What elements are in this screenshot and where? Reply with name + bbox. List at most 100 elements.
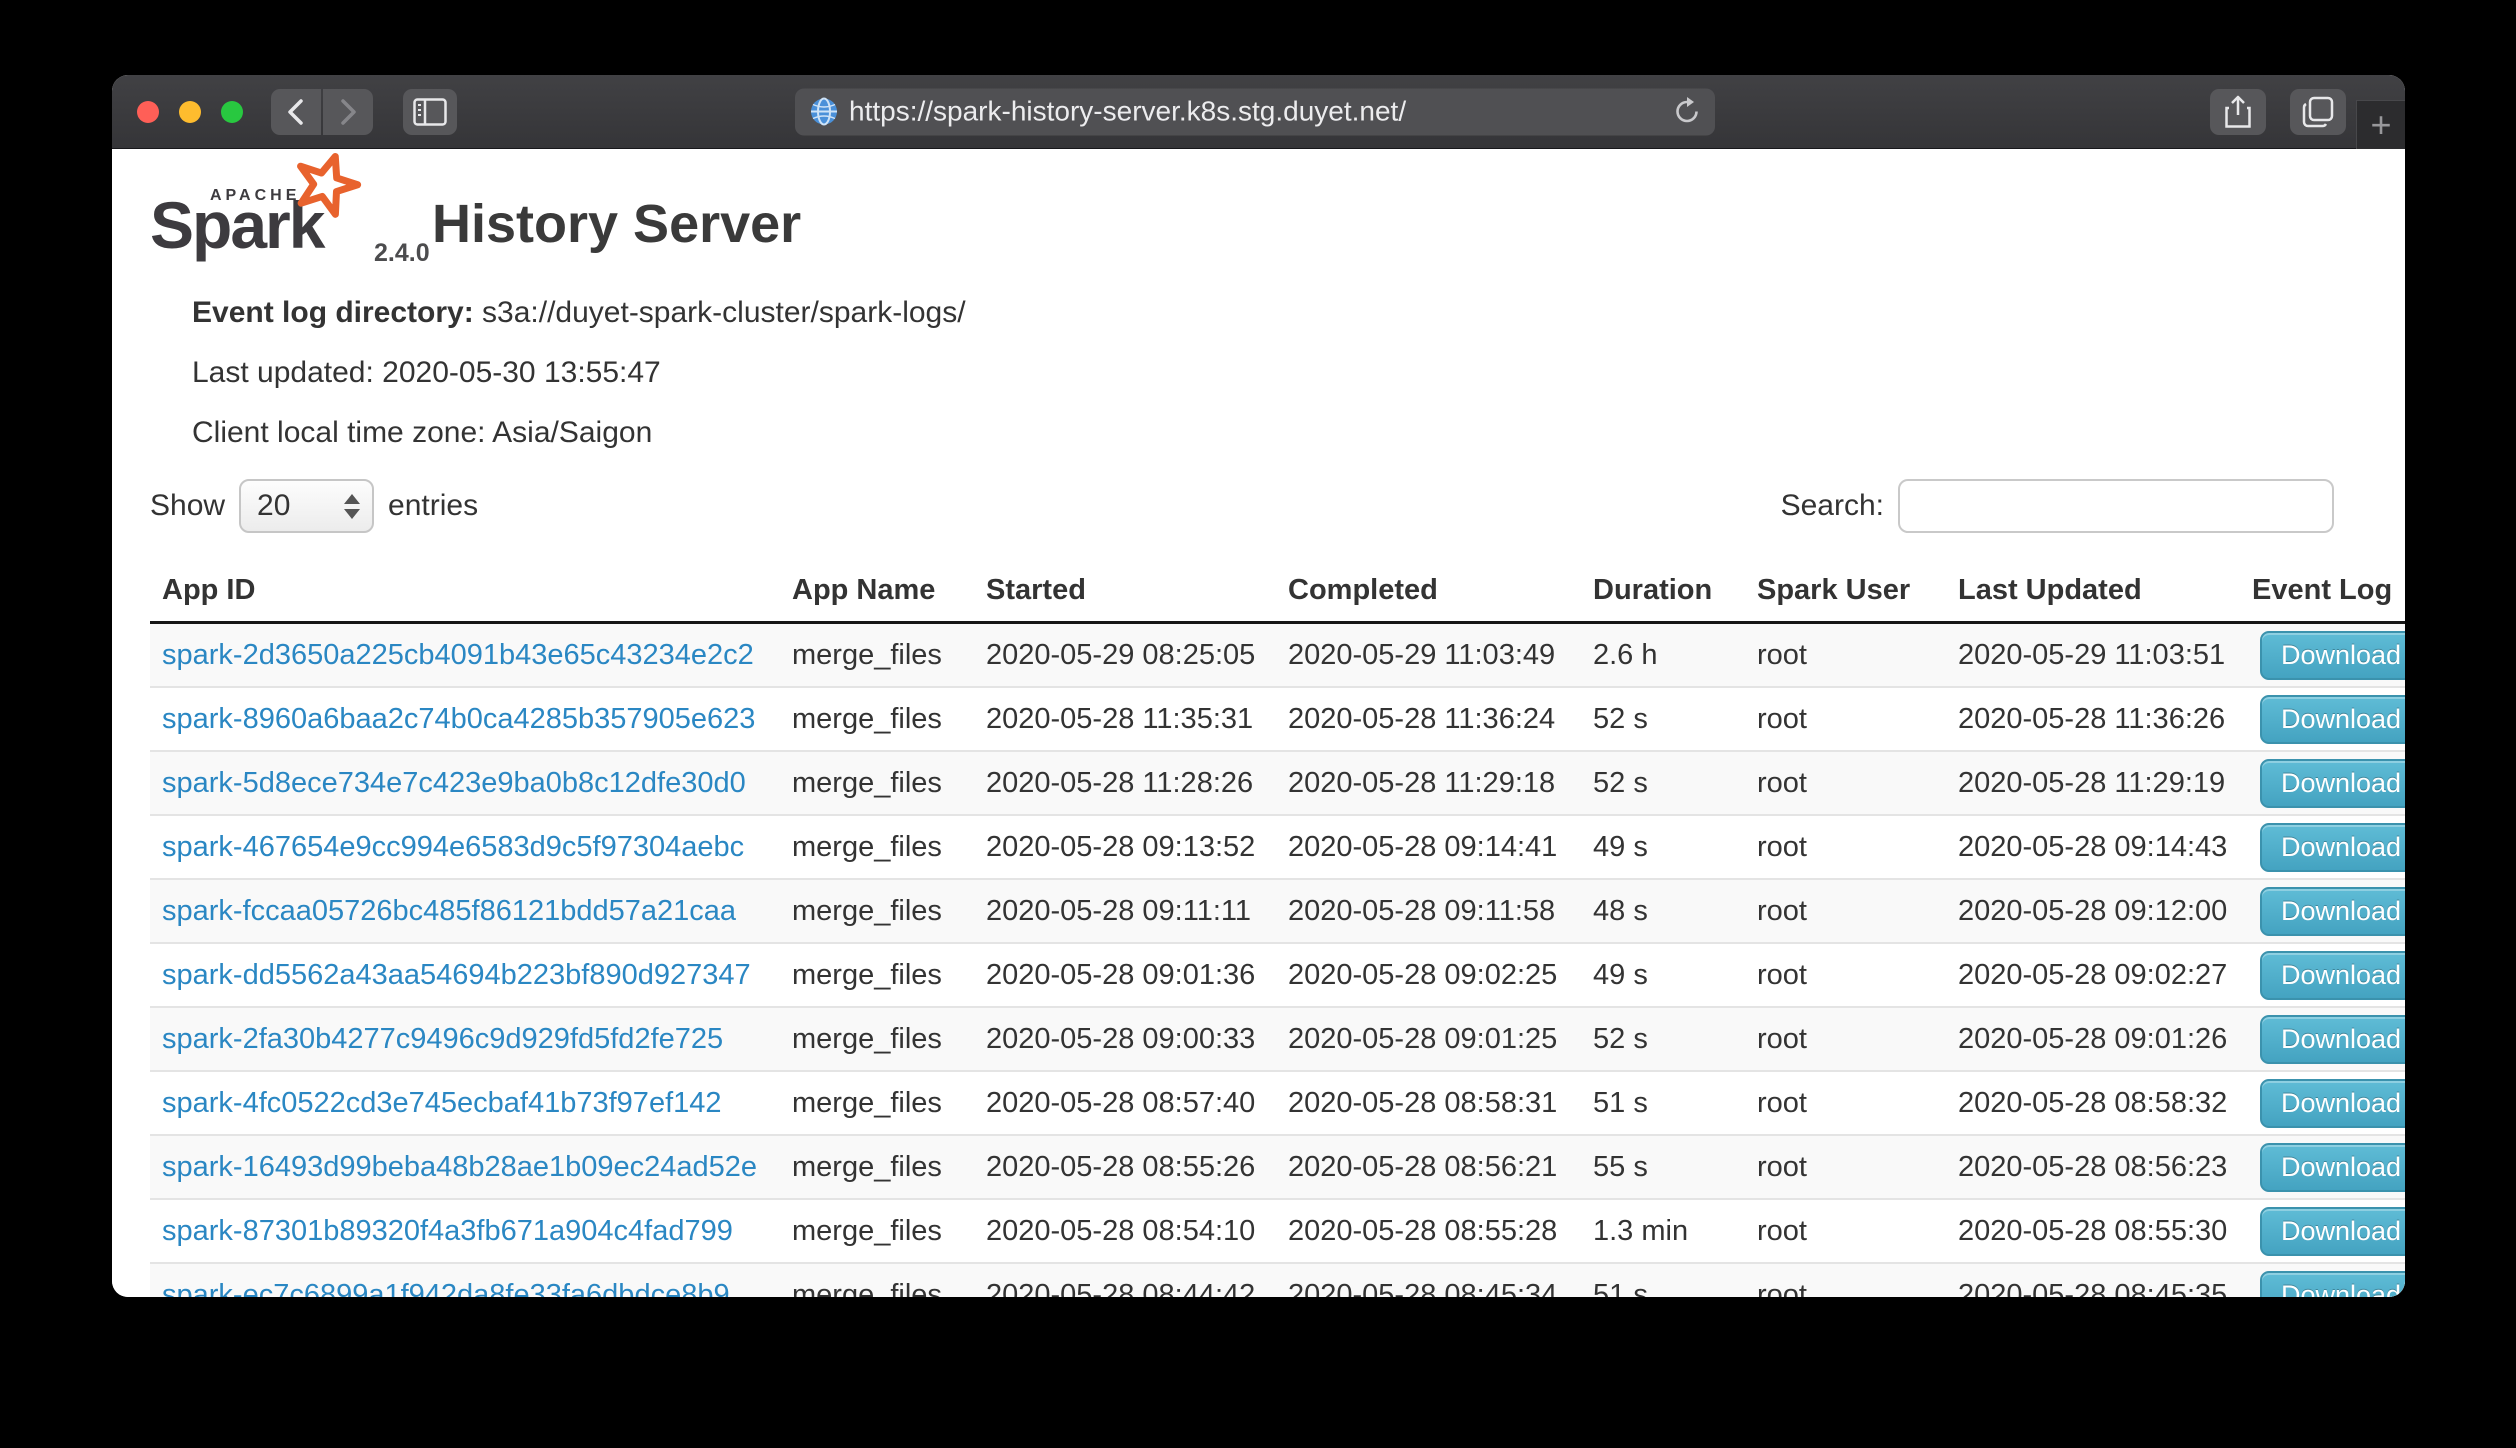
close-window-button[interactable]	[137, 101, 159, 123]
duration-cell: 1.3 min	[1581, 1199, 1745, 1263]
download-button[interactable]: Download	[2260, 1271, 2405, 1298]
app-id-link[interactable]: spark-4fc0522cd3e745ecbaf41b73f97ef142	[162, 1087, 722, 1119]
entries-select[interactable]: 20	[239, 479, 374, 533]
column-header-duration[interactable]: Duration	[1581, 565, 1745, 623]
last-updated-cell: 2020-05-28 09:12:00	[1946, 879, 2240, 943]
download-button[interactable]: Download	[2260, 1079, 2405, 1128]
column-header-last-updated[interactable]: Last Updated	[1946, 565, 2240, 623]
app-name-cell: merge_files	[780, 815, 974, 879]
started-cell: 2020-05-28 09:11:11	[974, 879, 1276, 943]
new-tab-button[interactable]: +	[2356, 100, 2405, 149]
completed-cell: 2020-05-28 09:14:41	[1276, 815, 1581, 879]
plus-icon: +	[2370, 107, 2391, 143]
duration-cell: 48 s	[1581, 879, 1745, 943]
column-header-event-log[interactable]: Event Log	[2240, 565, 2405, 623]
completed-cell: 2020-05-28 08:55:28	[1276, 1199, 1581, 1263]
search-label: Search:	[1781, 489, 1884, 523]
completed-cell: 2020-05-28 08:58:31	[1276, 1071, 1581, 1135]
completed-cell: 2020-05-28 08:56:21	[1276, 1135, 1581, 1199]
forward-button[interactable]	[323, 89, 373, 135]
duration-cell: 52 s	[1581, 751, 1745, 815]
download-button[interactable]: Download	[2260, 823, 2405, 872]
last-updated-cell: 2020-05-28 11:29:19	[1946, 751, 2240, 815]
spark-version: 2.4.0	[374, 239, 430, 268]
last-updated-cell: 2020-05-28 11:36:26	[1946, 687, 2240, 751]
column-header-completed[interactable]: Completed	[1276, 565, 1581, 623]
entries-label: entries	[388, 489, 478, 523]
download-button[interactable]: Download	[2260, 631, 2405, 680]
spark-logo: APACHE Spark 2.4.0	[150, 161, 450, 276]
download-button[interactable]: Download	[2260, 759, 2405, 808]
app-name-cell: merge_files	[780, 1263, 974, 1297]
download-button[interactable]: Download	[2260, 887, 2405, 936]
event-log-label: Event log directory:	[192, 296, 474, 329]
last-updated-cell: 2020-05-28 09:01:26	[1946, 1007, 2240, 1071]
minimize-window-button[interactable]	[179, 101, 201, 123]
duration-cell: 52 s	[1581, 1007, 1745, 1071]
search-input[interactable]	[1898, 479, 2334, 533]
app-id-link[interactable]: spark-467654e9cc994e6583d9c5f97304aebc	[162, 831, 744, 863]
duration-cell: 51 s	[1581, 1071, 1745, 1135]
app-name-cell: merge_files	[780, 879, 974, 943]
show-label: Show	[150, 489, 225, 523]
globe-icon	[809, 97, 839, 127]
spark-user-cell: root	[1745, 1071, 1946, 1135]
last-updated-cell: 2020-05-28 08:56:23	[1946, 1135, 2240, 1199]
spark-user-cell: root	[1745, 751, 1946, 815]
zoom-window-button[interactable]	[221, 101, 243, 123]
app-id-link[interactable]: spark-8960a6baa2c74b0ca4285b357905e623	[162, 703, 755, 735]
table-row: spark-fccaa05726bc485f86121bdd57a21caa m…	[150, 879, 2405, 943]
app-id-link[interactable]: spark-ec7c6899a1f942da8fe33fa6dbdce8b9	[162, 1279, 730, 1298]
chevron-right-icon	[335, 97, 361, 127]
table-header: App IDApp NameStartedCompletedDurationSp…	[150, 565, 2405, 623]
completed-cell: 2020-05-29 11:03:49	[1276, 623, 1581, 688]
event-log-value: s3a://duyet-spark-cluster/spark-logs/	[474, 296, 966, 329]
spark-history-page: APACHE Spark 2.4.0 History Server Event …	[112, 149, 2405, 1297]
started-cell: 2020-05-28 11:28:26	[974, 751, 1276, 815]
duration-cell: 49 s	[1581, 815, 1745, 879]
column-header-app-name[interactable]: App Name	[780, 565, 974, 623]
completed-cell: 2020-05-28 09:02:25	[1276, 943, 1581, 1007]
app-id-link[interactable]: spark-dd5562a43aa54694b223bf890d927347	[162, 959, 751, 991]
download-button[interactable]: Download	[2260, 1015, 2405, 1064]
chevron-left-icon	[283, 97, 309, 127]
completed-cell: 2020-05-28 09:01:25	[1276, 1007, 1581, 1071]
last-updated-cell: 2020-05-28 08:58:32	[1946, 1071, 2240, 1135]
started-cell: 2020-05-28 08:44:42	[974, 1263, 1276, 1297]
share-button[interactable]	[2210, 89, 2266, 135]
app-name-cell: merge_files	[780, 687, 974, 751]
app-name-cell: merge_files	[780, 1007, 974, 1071]
app-id-link[interactable]: spark-2d3650a225cb4091b43e65c43234e2c2	[162, 639, 754, 671]
spark-user-cell: root	[1745, 815, 1946, 879]
app-id-link[interactable]: spark-2fa30b4277c9496c9d929fd5fd2fe725	[162, 1023, 723, 1055]
started-cell: 2020-05-28 09:00:33	[974, 1007, 1276, 1071]
started-cell: 2020-05-28 09:13:52	[974, 815, 1276, 879]
address-bar[interactable]: https://spark-history-server.k8s.stg.duy…	[795, 88, 1715, 135]
duration-cell: 52 s	[1581, 687, 1745, 751]
app-id-link[interactable]: spark-fccaa05726bc485f86121bdd57a21caa	[162, 895, 736, 927]
tab-overview-button[interactable]	[2290, 89, 2346, 135]
table-row: spark-ec7c6899a1f942da8fe33fa6dbdce8b9 m…	[150, 1263, 2405, 1297]
table-row: spark-dd5562a43aa54694b223bf890d927347 m…	[150, 943, 2405, 1007]
reload-button[interactable]	[1673, 97, 1701, 127]
back-button[interactable]	[271, 89, 321, 135]
browser-titlebar: https://spark-history-server.k8s.stg.duy…	[112, 75, 2405, 149]
column-header-app-id[interactable]: App ID	[150, 565, 780, 623]
tabs-icon	[2302, 96, 2334, 128]
spark-user-cell: root	[1745, 879, 1946, 943]
table-controls: Show 20 entries Search:	[150, 478, 2334, 534]
sidebar-toggle-button[interactable]	[403, 89, 457, 135]
app-id-link[interactable]: spark-5d8ece734e7c423e9ba0b8c12dfe30d0	[162, 767, 746, 799]
started-cell: 2020-05-28 08:54:10	[974, 1199, 1276, 1263]
column-header-spark-user[interactable]: Spark User	[1745, 565, 1946, 623]
column-header-started[interactable]: Started	[974, 565, 1276, 623]
app-id-link[interactable]: spark-87301b89320f4a3fb671a904c4fad799	[162, 1215, 733, 1247]
table-row: spark-467654e9cc994e6583d9c5f97304aebc m…	[150, 815, 2405, 879]
info-block: Event log directory: s3a://duyet-spark-c…	[192, 283, 966, 463]
last-updated-cell: 2020-05-28 08:45:35	[1946, 1263, 2240, 1297]
download-button[interactable]: Download	[2260, 1143, 2405, 1192]
app-id-link[interactable]: spark-16493d99beba48b28ae1b09ec24ad52e	[162, 1151, 757, 1183]
download-button[interactable]: Download	[2260, 951, 2405, 1000]
download-button[interactable]: Download	[2260, 695, 2405, 744]
download-button[interactable]: Download	[2260, 1207, 2405, 1256]
